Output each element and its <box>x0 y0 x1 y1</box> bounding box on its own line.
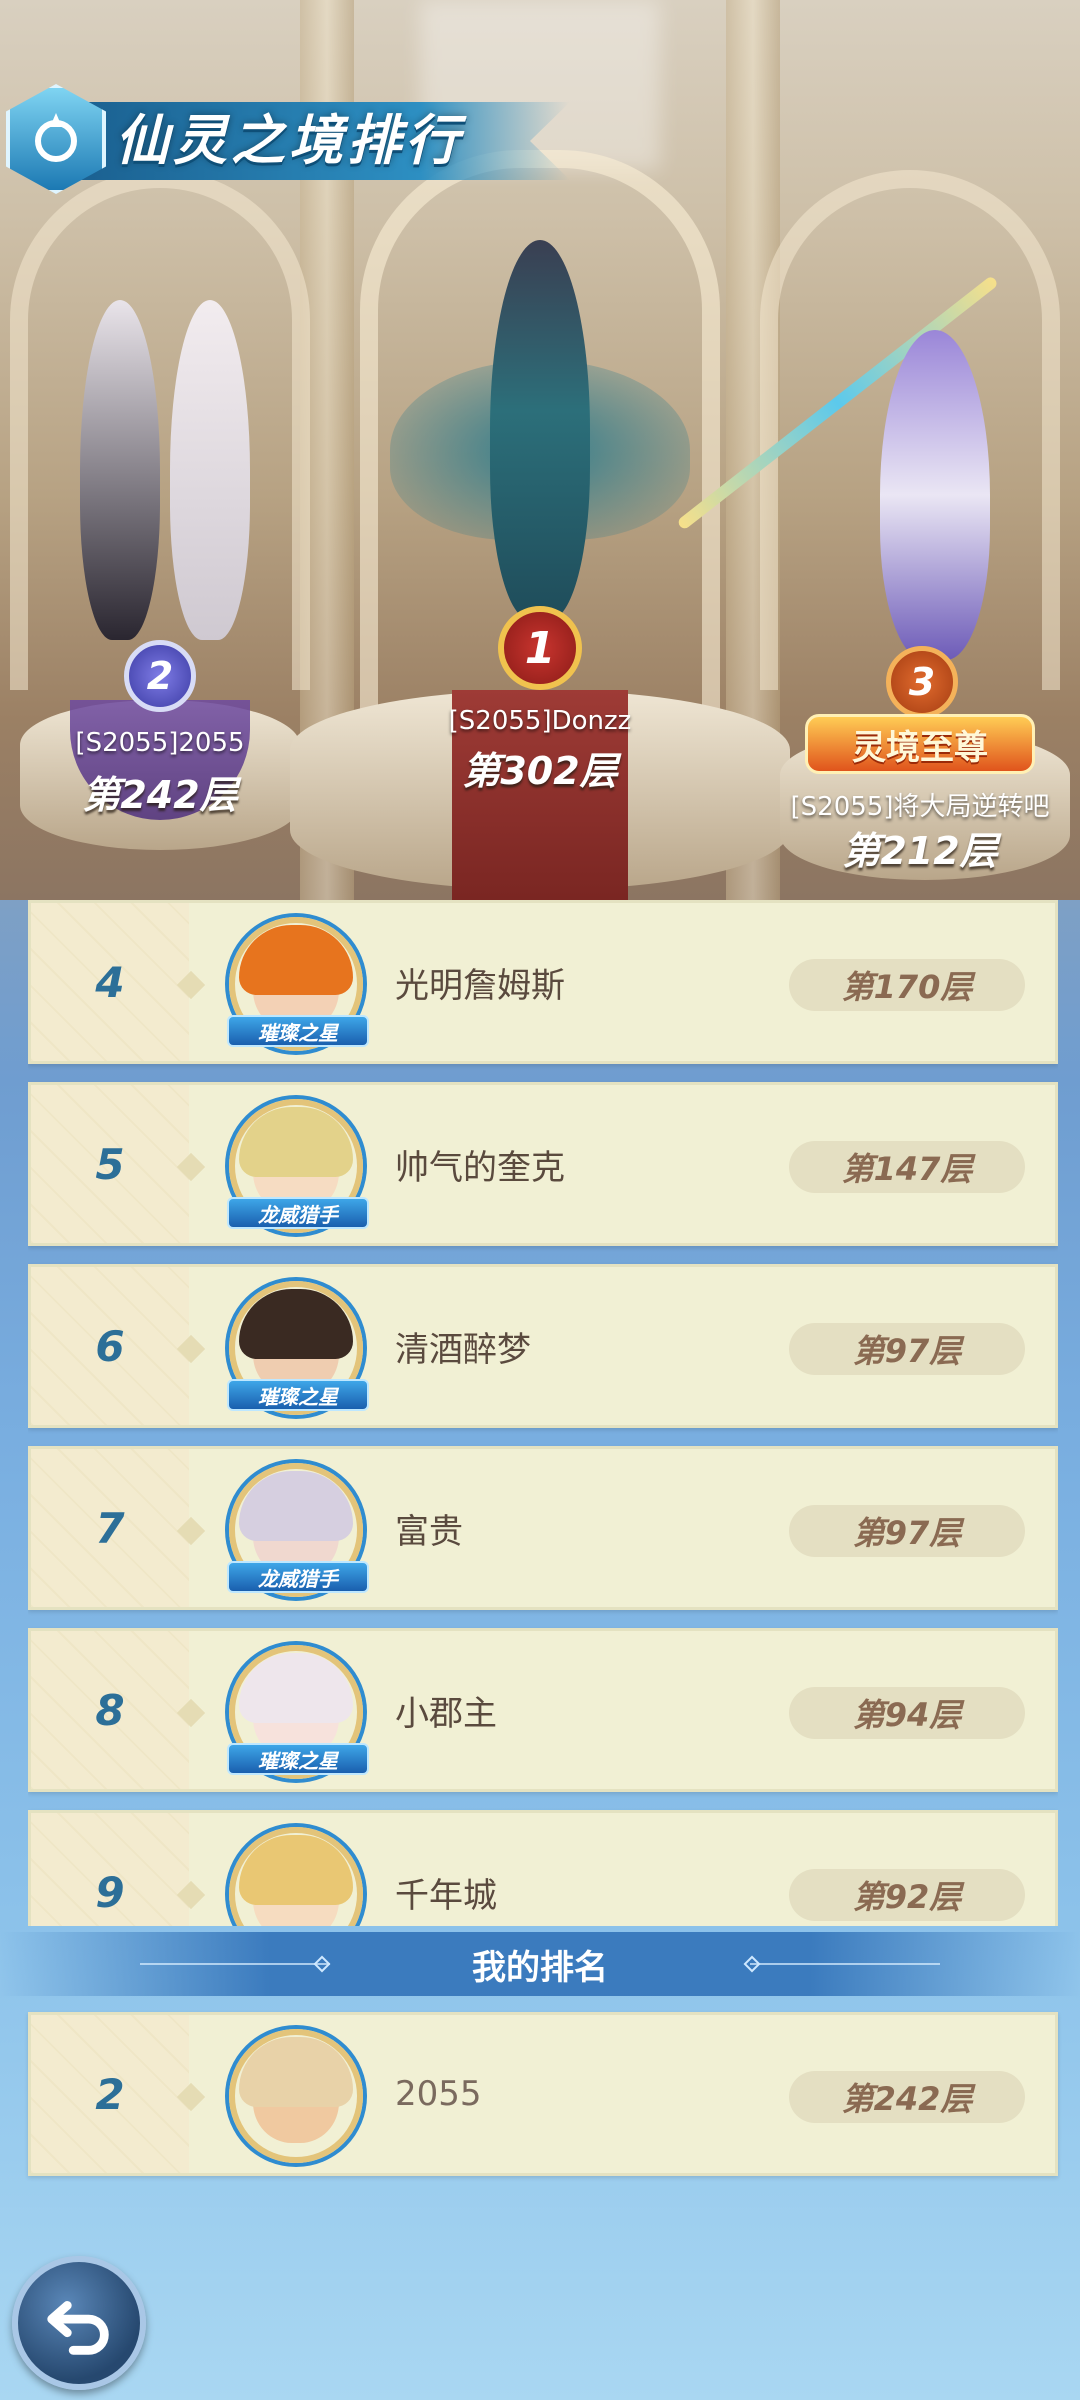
player-name: 帅气的奎克 <box>395 1147 565 1188</box>
character-model-rank-1[interactable] <box>350 210 730 630</box>
character-model-rank-2[interactable] <box>40 260 300 660</box>
character-model-rank-3[interactable] <box>820 310 1040 670</box>
rank-number: 6 <box>95 1321 125 1371</box>
title-tag: 璀璨之星 <box>227 1015 369 1047</box>
floor-value: 第170层 <box>789 959 1025 1011</box>
podium-name-rank-3[interactable]: [S2055]将大局逆转吧 <box>770 786 1070 823</box>
podium-floor-rank-2: 第242层 <box>82 773 238 817</box>
rank-number: 2 <box>95 2069 125 2119</box>
ranking-row[interactable]: 7 龙威猎手 富贵 第97层 <box>28 1446 1058 1610</box>
rank-number: 9 <box>95 1867 125 1917</box>
floor-value: 第92层 <box>789 1869 1025 1921</box>
title-tag: 龙威猎手 <box>227 1561 369 1593</box>
ranking-row[interactable]: 4 璀璨之星 光明詹姆斯 第170层 <box>28 900 1058 1064</box>
podium-name-rank-1[interactable]: [S2055]Donzz <box>390 706 690 736</box>
ranking-row[interactable]: 6 璀璨之星 清酒醉梦 第97层 <box>28 1264 1058 1428</box>
rank-1-badge: 1 <box>498 606 582 690</box>
rank-2-badge: 2 <box>124 640 196 712</box>
rank-3-badge: 3 <box>886 646 958 718</box>
podium-floor-rank-1: 第302层 <box>462 749 618 793</box>
title-plate-badge: 灵境至尊 <box>805 714 1035 774</box>
title-tag: 璀璨之星 <box>227 1743 369 1775</box>
player-name: 2055 <box>395 2074 482 2114</box>
floor-value: 第242层 <box>789 2071 1025 2123</box>
rank-number: 8 <box>95 1685 125 1735</box>
ranking-list[interactable]: 4 璀璨之星 光明詹姆斯 第170层 5 龙威猎手 帅气的奎克 第147层 6 … <box>28 900 1058 1926</box>
back-arrow-icon <box>47 2301 109 2355</box>
podium-name-rank-2[interactable]: [S2055]2055 <box>10 728 310 758</box>
back-button[interactable] <box>12 2256 146 2390</box>
podium-floor-rank-3: 第212层 <box>842 829 998 873</box>
rank-number: 4 <box>95 957 125 1007</box>
my-rank-header: 我的排名 <box>0 1932 1080 1996</box>
floor-value: 第97层 <box>789 1505 1025 1557</box>
title-tag: 龙威猎手 <box>227 1197 369 1229</box>
avatar[interactable] <box>229 2029 363 2163</box>
floor-value: 第94层 <box>789 1687 1025 1739</box>
player-name: 千年城 <box>395 1875 497 1916</box>
avatar[interactable] <box>229 1827 363 1926</box>
page-title: 仙灵之境排行 <box>115 109 463 172</box>
player-name: 清酒醉梦 <box>395 1329 531 1370</box>
ranking-row[interactable]: 8 璀璨之星 小郡主 第94层 <box>28 1628 1058 1792</box>
floor-value: 第147层 <box>789 1141 1025 1193</box>
rank-number: 5 <box>95 1139 125 1189</box>
player-name: 富贵 <box>395 1511 463 1552</box>
title-tag: 璀璨之星 <box>227 1379 369 1411</box>
player-name: 光明詹姆斯 <box>395 965 565 1006</box>
ranking-row[interactable]: 5 龙威猎手 帅气的奎克 第147层 <box>28 1082 1058 1246</box>
my-rank-title: 我的排名 <box>472 1947 608 1988</box>
floor-value: 第97层 <box>789 1323 1025 1375</box>
rank-number: 7 <box>95 1503 125 1553</box>
my-rank-row[interactable]: 2 2055 第242层 <box>28 2012 1058 2176</box>
ranking-row[interactable]: 9 千年城 第92层 <box>28 1810 1058 1926</box>
player-name: 小郡主 <box>395 1693 497 1734</box>
